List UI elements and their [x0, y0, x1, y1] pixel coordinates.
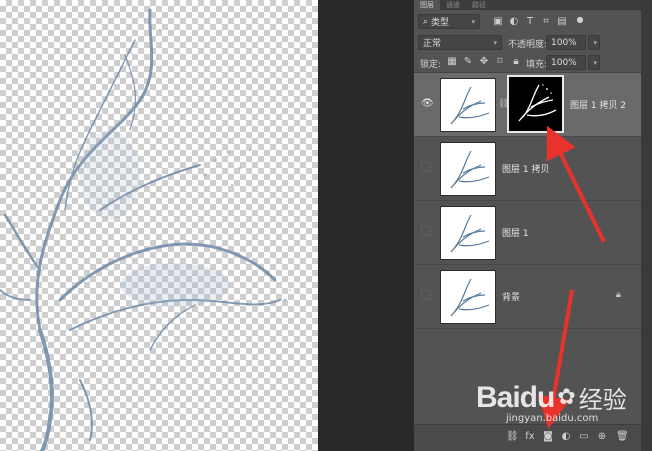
trash-icon[interactable]: 🗑︎ [616, 431, 629, 443]
panel-scrollbar[interactable] [641, 0, 652, 451]
kind-filter-label: 类型 [431, 18, 450, 28]
layer-name[interactable]: 图层 1 [502, 226, 529, 239]
link-layers-icon[interactable]: ⛓ [506, 431, 519, 443]
lock-position-icon[interactable]: ✥ [478, 56, 490, 68]
blend-mode-label: 正常 [423, 39, 442, 49]
eye-icon[interactable]: 👁︎ [421, 98, 434, 110]
chevron-down-icon: ▾ [493, 38, 497, 47]
layer-row[interactable]: 图层 1 [414, 201, 642, 265]
blend-mode-select[interactable]: 正常 ▾ [418, 35, 502, 50]
opacity-label: 不透明度: [508, 40, 548, 50]
workspace-gutter [318, 0, 413, 451]
lock-icon: 🔒︎ [616, 290, 621, 300]
tab-channels[interactable]: 通道 [440, 0, 466, 10]
document-canvas[interactable] [0, 0, 318, 451]
lock-all-icon[interactable]: 🔒︎ [510, 56, 522, 68]
tab-layers[interactable]: 图层 [414, 0, 440, 10]
layer-name[interactable]: 背景 [502, 290, 520, 303]
new-layer-icon[interactable]: ⊕ [596, 431, 608, 443]
opacity-input[interactable]: 100% [546, 35, 586, 50]
filter-adjustment-icon[interactable]: ◐ [508, 16, 520, 28]
layer-mask-thumbnail[interactable] [507, 75, 564, 133]
chevron-down-icon: ▾ [593, 38, 597, 47]
chevron-down-icon: ▾ [593, 58, 597, 67]
layers-bottom-toolbar: ⛓ fx ◙ ◐ ▭ ⊕ 🗑︎ [414, 424, 642, 451]
fill-dropdown[interactable]: ▾ [588, 55, 600, 70]
layer-row[interactable]: 👁︎ ⛓ 图层 1 拷贝 2 [414, 73, 642, 137]
visibility-toggle[interactable] [421, 226, 431, 236]
water-splash-artwork [0, 8, 291, 451]
filter-type-icon[interactable]: T [524, 16, 536, 28]
visibility-toggle[interactable] [421, 162, 431, 172]
layer-thumbnail[interactable] [440, 142, 496, 196]
opacity-value: 100% [551, 37, 577, 48]
panel-tabs: 图层 通道 路径 [414, 0, 641, 10]
watermark-brand: Baidu [476, 380, 555, 414]
fill-input[interactable]: 100% [546, 55, 586, 70]
tab-paths[interactable]: 路径 [466, 0, 492, 10]
add-mask-icon[interactable]: ◙ [542, 431, 554, 443]
lock-label: 锁定: [420, 60, 442, 70]
layer-row[interactable]: 图层 1 拷贝 [414, 137, 642, 201]
splash-thumbnail-art [450, 214, 490, 253]
layer-name[interactable]: 图层 1 拷贝 2 [570, 98, 626, 111]
lock-image-icon[interactable]: ✎ [462, 56, 474, 68]
layer-thumbnail[interactable] [440, 78, 496, 132]
chevron-down-icon: ▾ [471, 17, 475, 26]
opacity-dropdown[interactable]: ▾ [588, 35, 600, 50]
filter-pixel-icon[interactable]: ▣ [492, 16, 504, 28]
filter-shape-icon[interactable]: ⌗ [540, 16, 552, 28]
fill-label: 填充: [526, 60, 548, 70]
layer-thumbnail[interactable] [440, 206, 496, 260]
mask-thumbnail-art [518, 84, 557, 122]
add-style-icon[interactable]: fx [524, 431, 536, 443]
visibility-toggle[interactable] [421, 290, 431, 300]
search-icon: ⌕ [423, 16, 429, 27]
splash-thumbnail-art [450, 278, 490, 317]
filter-smart-object-icon[interactable]: ▤ [556, 16, 568, 28]
filter-toggle-icon[interactable]: ● [574, 14, 586, 26]
new-group-icon[interactable]: ▭ [578, 431, 590, 443]
kind-filter-select[interactable]: ⌕ 类型 ▾ [418, 14, 480, 29]
splash-thumbnail-art [450, 86, 490, 125]
layer-thumbnail[interactable] [440, 270, 496, 324]
layer-row[interactable]: 背景 🔒︎ [414, 265, 642, 329]
splash-thumbnail-art [450, 150, 490, 189]
paw-icon: ✿ [557, 385, 576, 410]
watermark-brand-cn: 经验 [578, 386, 627, 414]
lock-artboard-icon[interactable]: ⌑ [494, 56, 506, 68]
layer-name[interactable]: 图层 1 拷贝 [502, 162, 549, 175]
baidu-watermark: Baidu ✿ 经验 jingyan.baidu.com [476, 380, 627, 425]
lock-transparency-icon[interactable]: ▦ [446, 56, 458, 68]
adjustment-layer-icon[interactable]: ◐ [560, 431, 572, 443]
fill-value: 100% [551, 57, 577, 68]
